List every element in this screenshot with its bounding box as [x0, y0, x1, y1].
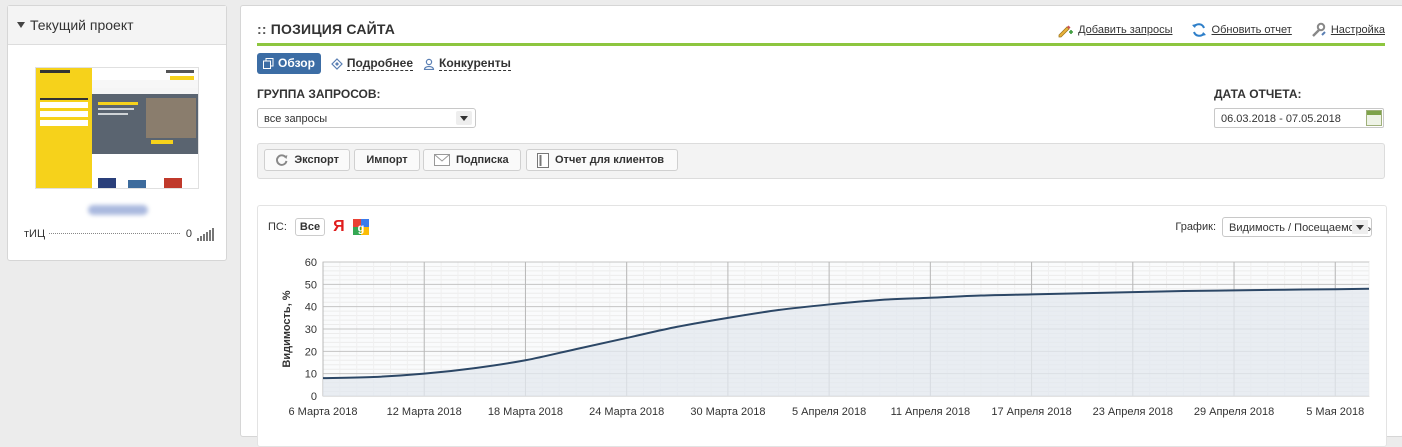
tab-details-label: Подробнее: [346, 56, 414, 71]
y-tick-label: 20: [305, 346, 317, 358]
wrench-icon: [1311, 22, 1326, 37]
subscribe-label: Подписка: [456, 154, 509, 166]
add-queries-link[interactable]: Добавить запросы: [1057, 22, 1173, 38]
export-label: Экспорт: [294, 154, 339, 166]
query-group-select[interactable]: все запросы: [257, 108, 476, 128]
tab-competitors-label: Конкуренты: [439, 56, 511, 71]
site-position-panel: :: ПОЗИЦИЯ САЙТА Добавить запросы Обновит…: [240, 5, 1402, 447]
y-tick-label: 30: [305, 324, 317, 336]
tic-dots-leader: [49, 232, 180, 234]
title-underline: [257, 43, 1385, 46]
x-tick-label: 23 Апреля 2018: [1093, 406, 1173, 418]
pages-icon: [263, 57, 274, 69]
collapse-triangle-icon[interactable]: [17, 22, 25, 28]
x-tick-label: 17 Апреля 2018: [991, 406, 1071, 418]
x-tick-label: 5 Апреля 2018: [792, 406, 866, 418]
y-tick-label: 0: [311, 391, 317, 403]
export-icon: [276, 154, 288, 166]
client-report-button[interactable]: Отчет для клиентов: [526, 149, 678, 171]
add-queries-label: Добавить запросы: [1078, 24, 1173, 36]
visibility-chart: 0 10 20 30 40 50 60 6 Марта 2018 12 Марта 2018 18…: [281, 257, 1370, 418]
page-title-text: ПОЗИЦИЯ САЙТА: [270, 21, 396, 37]
report-date-value: 06.03.2018 - 07.05.2018: [1221, 113, 1341, 125]
report-date-label: ДАТА ОТЧЕТА:: [1214, 87, 1302, 101]
magnet-diamond-icon: [331, 57, 343, 70]
x-tick-label: 18 Марта 2018: [488, 406, 563, 418]
tic-label: тИЦ: [24, 228, 46, 240]
pencil-plus-icon: [1058, 25, 1074, 38]
current-project-title: Текущий проект: [30, 17, 134, 33]
subscribe-button[interactable]: Подписка: [423, 149, 521, 171]
chevron-down-icon[interactable]: [456, 111, 472, 125]
y-tick-label: 10: [305, 369, 317, 381]
import-button[interactable]: Импорт: [354, 149, 420, 171]
x-tick-label: 5 Мая 2018: [1306, 406, 1364, 418]
refresh-report-label: Обновить отчет: [1211, 24, 1292, 36]
x-tick-label: 6 Марта 2018: [288, 406, 357, 418]
refresh-icon: [1191, 23, 1206, 37]
x-tick-label: 12 Марта 2018: [387, 406, 462, 418]
signal-bars-icon: [197, 227, 214, 241]
x-tick-label: 30 Марта 2018: [690, 406, 765, 418]
query-group-label: ГРУППА ЗАПРОСОВ:: [257, 87, 381, 101]
document-icon: [537, 152, 549, 168]
top-actions: Добавить запросы Обновить отчет Настройк…: [1057, 22, 1385, 38]
tab-competitors[interactable]: Конкуренты: [423, 56, 511, 71]
current-project-header[interactable]: Текущий проект: [8, 6, 226, 45]
tab-overview[interactable]: Обзор: [257, 53, 321, 74]
tab-overview-label: Обзор: [278, 56, 315, 70]
site-thumbnail-image: [36, 68, 198, 188]
envelope-icon: [434, 154, 450, 166]
client-report-label: Отчет для клиентов: [555, 154, 665, 166]
chart-panel: ПС: Все Я g График: Видимость / Посещаем…: [257, 205, 1387, 447]
report-date-input[interactable]: 06.03.2018 - 07.05.2018: [1214, 108, 1384, 128]
export-button[interactable]: Экспорт: [264, 149, 350, 171]
current-project-panel: Текущий проект тИЦ 0: [7, 5, 227, 261]
site-thumbnail[interactable]: [35, 67, 199, 189]
y-tick-label: 50: [305, 279, 317, 291]
site-domain-blurred[interactable]: [88, 205, 148, 215]
title-prefix: ::: [257, 21, 267, 37]
tab-details[interactable]: Подробнее: [331, 56, 414, 71]
report-toolbar: Экспорт Импорт Подписка Отчет для клиент…: [257, 143, 1385, 179]
view-tabs: Обзор Подробнее Конкуренты: [257, 53, 511, 74]
import-label: Импорт: [366, 154, 408, 166]
settings-label: Настройка: [1330, 24, 1385, 36]
x-tick-label: 24 Марта 2018: [589, 406, 664, 418]
x-tick-label: 11 Апреля 2018: [891, 406, 971, 418]
settings-link[interactable]: Настройка: [1310, 22, 1385, 38]
refresh-report-link[interactable]: Обновить отчет: [1191, 22, 1292, 38]
y-tick-label: 60: [305, 257, 317, 269]
query-group-value: все запросы: [264, 113, 328, 125]
x-tick-label: 29 Апреля 2018: [1194, 406, 1274, 418]
page-title: :: ПОЗИЦИЯ САЙТА: [257, 21, 395, 37]
y-axis-label: Видимость, %: [281, 290, 293, 367]
calendar-icon[interactable]: [1366, 110, 1382, 126]
y-tick-label: 40: [305, 302, 317, 314]
tic-row: тИЦ 0: [24, 227, 214, 241]
user-icon: [423, 58, 435, 70]
tic-value: 0: [185, 228, 192, 240]
